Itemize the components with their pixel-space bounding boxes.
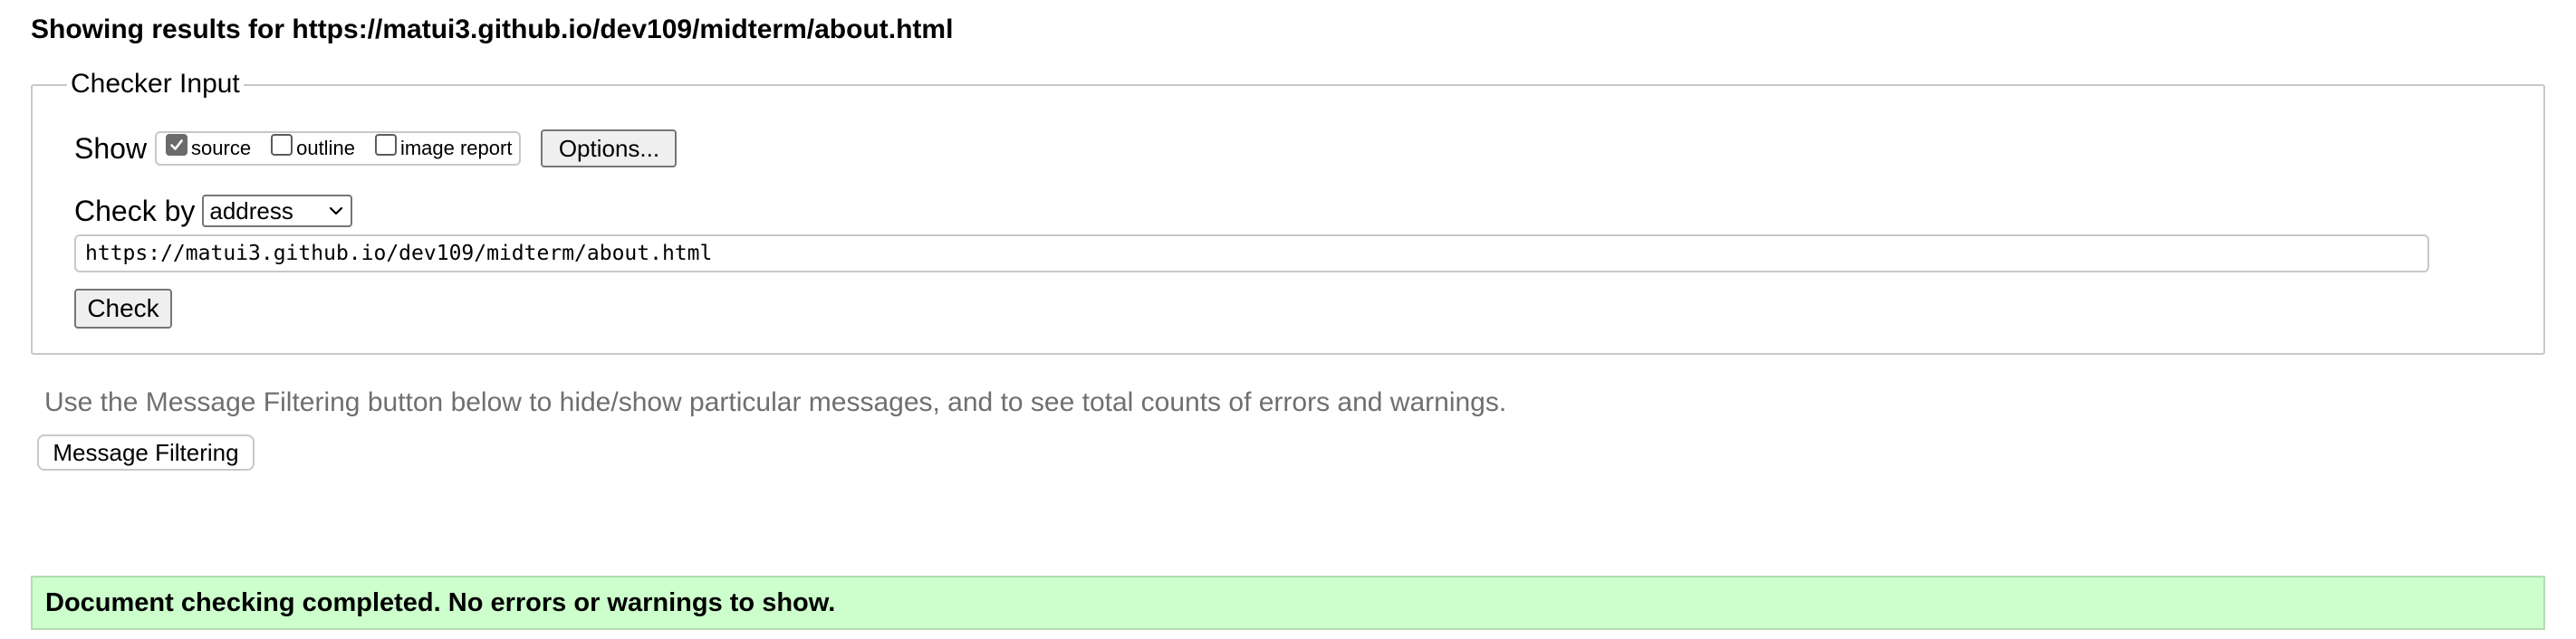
- url-input-value: https://matui3.github.io/dev109/midterm/…: [85, 242, 713, 265]
- options-button[interactable]: Options...: [541, 129, 678, 167]
- check-button[interactable]: Check: [74, 289, 172, 329]
- show-source-option[interactable]: source: [166, 134, 252, 160]
- results-heading: Showing results for https://matui3.githu…: [31, 13, 953, 47]
- check-by-row: Check by address: [74, 194, 353, 228]
- image-report-checkbox[interactable]: [374, 134, 397, 156]
- status-message: Document checking completed. No errors o…: [45, 587, 836, 617]
- outline-label: outline: [296, 137, 355, 159]
- show-row: Show source outline image report Options…: [74, 129, 678, 167]
- results-heading-prefix: Showing results for: [31, 14, 285, 44]
- show-outline-option[interactable]: outline: [271, 134, 355, 160]
- checker-input-legend: Checker Input: [67, 68, 244, 100]
- validator-page: Showing results for https://matui3.githu…: [0, 0, 2576, 639]
- chevron-down-icon: [330, 206, 343, 215]
- checker-input-fieldset: Checker Input Show source outline image …: [31, 68, 2545, 355]
- message-filtering-button[interactable]: Message Filtering: [37, 434, 255, 471]
- check-by-label: Check by: [74, 195, 196, 227]
- source-checkbox[interactable]: [166, 134, 188, 156]
- show-label: Show: [74, 132, 148, 165]
- image-report-label: image report: [399, 137, 513, 159]
- url-input[interactable]: https://matui3.github.io/dev109/midterm/…: [74, 234, 2429, 272]
- message-filtering-hint: Use the Message Filtering button below t…: [44, 387, 1507, 417]
- show-options-group: source outline image report: [155, 131, 522, 166]
- check-by-selected-value: address: [209, 196, 293, 224]
- status-banner: Document checking completed. No errors o…: [31, 576, 2545, 630]
- results-url: https://matui3.github.io/dev109/midterm/…: [292, 14, 954, 44]
- show-image-report-option[interactable]: image report: [374, 134, 513, 160]
- outline-checkbox[interactable]: [271, 134, 293, 156]
- check-by-select[interactable]: address: [202, 195, 353, 227]
- source-label: source: [191, 137, 252, 159]
- check-icon: [170, 139, 183, 150]
